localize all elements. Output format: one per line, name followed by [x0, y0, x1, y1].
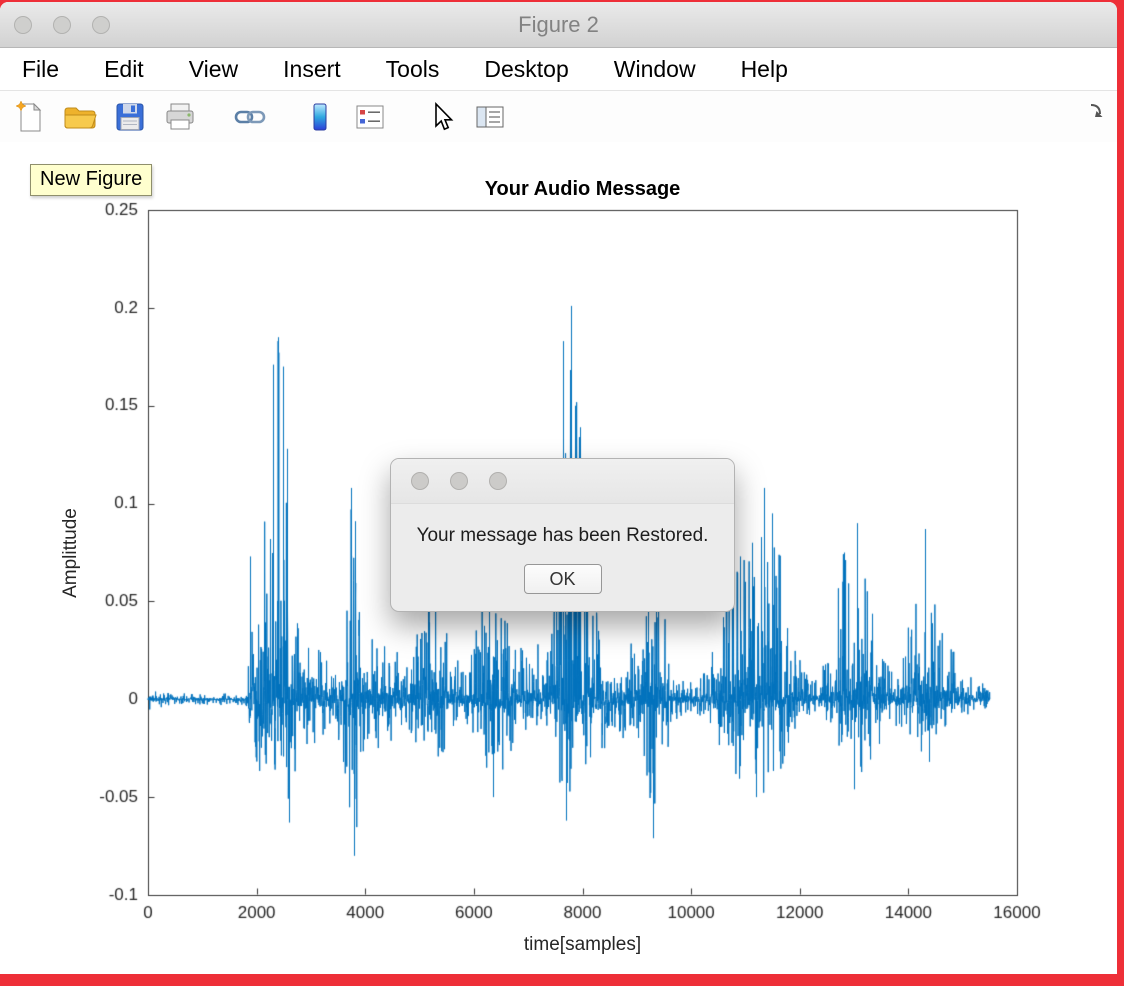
link-plot-button[interactable]	[232, 99, 268, 135]
dialog-zoom-button[interactable]	[489, 472, 507, 490]
x-axis-label: time[samples]	[523, 934, 642, 955]
plot-browser-icon	[476, 106, 504, 128]
property-inspector-button[interactable]	[472, 99, 508, 135]
ok-button[interactable]: OK	[523, 564, 602, 594]
printer-icon	[166, 103, 194, 130]
traffic-lights	[14, 2, 110, 47]
menu-insert[interactable]: Insert	[283, 56, 341, 83]
menu-edit[interactable]: Edit	[104, 56, 144, 83]
open-folder-icon	[64, 107, 97, 129]
dock-arrow-icon	[1090, 104, 1103, 117]
minimize-button[interactable]	[53, 15, 71, 34]
insert-legend-button[interactable]	[352, 99, 388, 135]
menu-bar: File Edit View Insert Tools Desktop Wind…	[0, 48, 1117, 91]
save-icon	[116, 103, 144, 131]
y-axis-label: Amplittude	[60, 507, 81, 598]
new-figure-button[interactable]	[12, 99, 48, 135]
menu-file[interactable]: File	[22, 56, 59, 83]
save-figure-button[interactable]	[112, 99, 148, 135]
link-icon	[234, 110, 266, 124]
menu-window[interactable]: Window	[614, 56, 696, 83]
dialog-close-button[interactable]	[411, 472, 429, 490]
legend-icon	[356, 105, 384, 129]
dock-figure-button[interactable]	[1087, 101, 1109, 123]
new-figure-icon	[15, 100, 42, 132]
open-file-button[interactable]	[62, 99, 98, 135]
zoom-button[interactable]	[92, 15, 110, 34]
edit-plot-button[interactable]	[422, 99, 458, 135]
dialog-titlebar[interactable]	[391, 459, 734, 504]
menu-view[interactable]: View	[189, 56, 238, 83]
menu-desktop[interactable]: Desktop	[484, 56, 568, 83]
close-button[interactable]	[14, 15, 32, 34]
window-titlebar[interactable]: Figure 2	[0, 2, 1117, 48]
menu-help[interactable]: Help	[741, 56, 788, 83]
print-figure-button[interactable]	[162, 99, 198, 135]
menu-tools[interactable]: Tools	[386, 56, 440, 83]
new-figure-tooltip: New Figure	[30, 164, 153, 196]
dialog-minimize-button[interactable]	[450, 472, 468, 490]
figure-window: Figure 2 File Edit View Insert Tools Des…	[0, 2, 1117, 974]
window-title: Figure 2	[518, 11, 599, 37]
dialog-message: Your message has been Restored.	[416, 525, 709, 546]
colorbar-icon	[313, 103, 327, 131]
insert-colorbar-button[interactable]	[302, 99, 338, 135]
desktop-background: { "window": { "title": "Figure 2" }, "me…	[0, 0, 1124, 986]
figure-toolbar	[0, 91, 1117, 144]
pointer-icon	[435, 102, 454, 131]
message-dialog: Your message has been Restored. OK	[390, 458, 735, 612]
plot-title: Your Audio Message	[484, 178, 681, 200]
